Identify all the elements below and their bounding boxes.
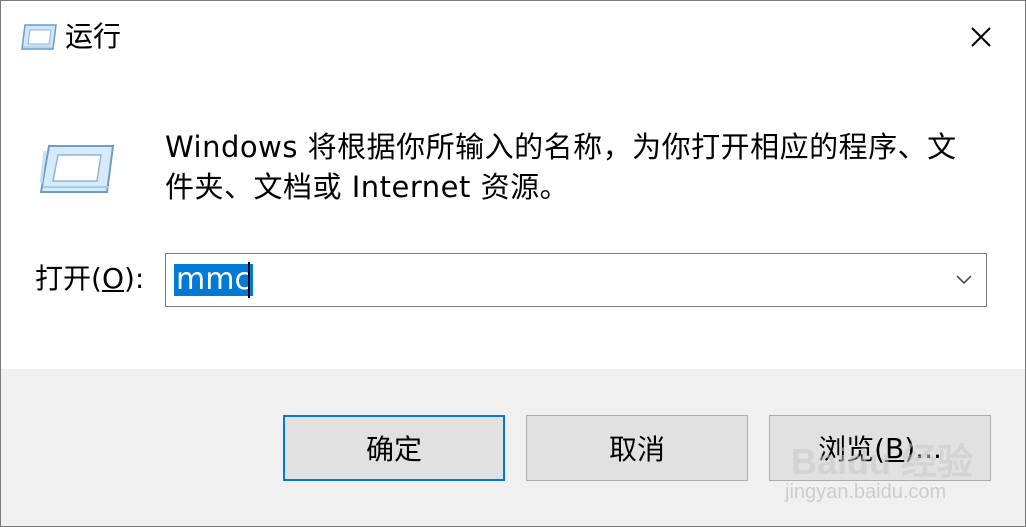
cancel-button[interactable]: 取消 — [526, 415, 748, 481]
run-app-icon — [21, 24, 57, 50]
open-label-prefix: 打开( — [35, 262, 102, 295]
open-combobox[interactable]: mmc — [165, 253, 987, 307]
window-title: 运行 — [65, 20, 122, 53]
browse-button[interactable]: 浏览(B)... — [769, 415, 991, 481]
close-icon — [971, 27, 991, 47]
browse-label-mnemonic: B — [885, 431, 905, 465]
dialog-description: Windows 将根据你所输入的名称，为你打开相应的程序、文 件夹、文档或 In… — [165, 127, 995, 207]
open-label-mnemonic: O — [101, 262, 124, 295]
button-bar: 确定 取消 浏览(B)... — [1, 369, 1025, 526]
description-line-1: Windows 将根据你所输入的名称，为你打开相应的程序、文 — [165, 130, 957, 164]
text-caret — [248, 262, 250, 298]
run-dialog: 运行 Windows 将根据你所输入的名称，为你打开相应的程序、文 件夹、文档或… — [0, 0, 1026, 527]
description-line-2: 件夹、文档或 Internet 资源。 — [165, 170, 570, 204]
open-input-value[interactable]: mmc — [174, 264, 253, 296]
open-label-suffix: ): — [123, 262, 145, 295]
open-label: 打开(O): — [35, 259, 144, 299]
run-app-icon — [39, 145, 115, 193]
browse-label-suffix: )... — [904, 431, 942, 465]
close-button[interactable] — [959, 15, 1003, 59]
chevron-down-icon[interactable] — [954, 270, 974, 290]
dialog-body: Windows 将根据你所输入的名称，为你打开相应的程序、文 件夹、文档或 In… — [1, 73, 1025, 369]
browse-label-prefix: 浏览( — [818, 433, 886, 466]
title-bar: 运行 — [1, 1, 1025, 73]
ok-button[interactable]: 确定 — [283, 415, 505, 481]
